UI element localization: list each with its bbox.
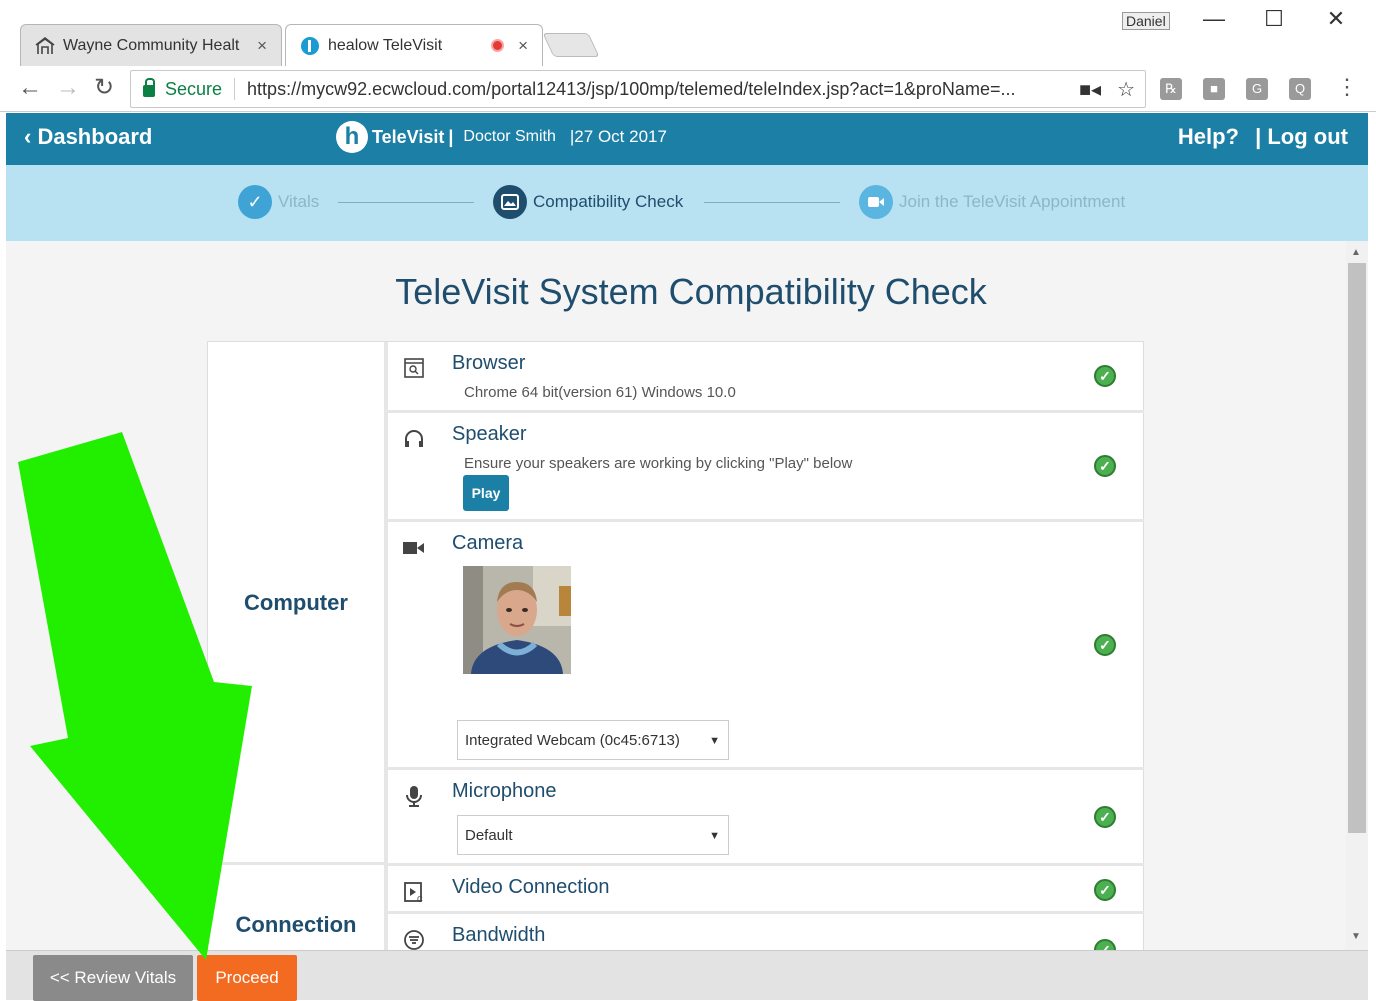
step-vitals: ✓ Vitals: [238, 185, 319, 219]
status-check-icon: ✓: [1094, 879, 1116, 901]
dropdown-arrow-icon: ▼: [709, 830, 720, 842]
tab-healow-televisit[interactable]: healow TeleVisit ×: [285, 24, 543, 66]
microphone-device-value: Default: [465, 827, 513, 844]
scroll-up-arrow-icon[interactable]: ▲: [1351, 247, 1361, 258]
check-title: Browser: [452, 352, 526, 374]
tab-wayne-community[interactable]: Wayne Community Healt ×: [20, 24, 282, 66]
extension-icon[interactable]: ℞: [1160, 78, 1182, 100]
brand-area: h TeleVisit | Doctor Smith |27 Oct 2017: [336, 121, 667, 153]
step-connector: [338, 202, 474, 203]
microphone-device-select[interactable]: Default ▼: [457, 815, 729, 855]
check-row-speaker: Speaker Ensure your speakers are working…: [388, 413, 1144, 522]
extension-icon[interactable]: Q: [1289, 78, 1311, 100]
forward-arrow-icon[interactable]: →: [56, 76, 80, 100]
appointment-date: |27 Oct 2017: [569, 127, 667, 146]
logout-link[interactable]: | Log out: [1255, 124, 1348, 149]
status-check-icon: ✓: [1094, 939, 1116, 950]
help-link[interactable]: Help?: [1178, 124, 1239, 149]
header-actions: Help? | Log out: [1178, 124, 1348, 150]
image-icon: [493, 185, 527, 219]
page-scrollbar[interactable]: ▲ ▼: [1346, 241, 1368, 950]
brand-separator: |: [448, 126, 454, 147]
extension-icon[interactable]: ■: [1203, 78, 1225, 100]
tab-title: Wayne Community Healt: [63, 36, 240, 54]
bandwidth-icon: [402, 928, 426, 950]
dropdown-arrow-icon: ▼: [709, 735, 720, 747]
svg-text:C: C: [417, 895, 423, 903]
tab-close-icon[interactable]: ×: [257, 36, 267, 56]
checkmark-icon: ✓: [238, 185, 272, 219]
compatibility-table: Computer Connection Browser Chrome 64 bi…: [207, 341, 1144, 950]
chevron-left-icon: ‹: [24, 124, 32, 149]
healow-favicon-icon: [300, 36, 320, 56]
browser-detail: Chrome 64 bit(version 61) Windows 10.0: [464, 384, 736, 401]
back-arrow-icon[interactable]: ←: [18, 76, 42, 100]
check-row-camera: Camera Integrated Webcam (0c45:6713) ▼ ✓: [388, 522, 1144, 770]
scrollbar-thumb[interactable]: [1348, 263, 1366, 833]
window-close-icon[interactable]: ✕: [1316, 6, 1356, 32]
brand-name: TeleVisit: [372, 126, 445, 147]
lock-icon: [143, 78, 155, 97]
step-connector: [704, 202, 840, 203]
app-header: ‹ Dashboard h TeleVisit | Doctor Smith |…: [6, 113, 1368, 165]
check-title: Speaker: [452, 423, 527, 445]
annotation-arrow-icon: [18, 432, 252, 960]
recording-indicator-icon: [491, 39, 505, 52]
browser-titlebar: Wayne Community Healt × healow TeleVisit…: [0, 0, 1376, 66]
camera-device-select[interactable]: Integrated Webcam (0c45:6713) ▼: [457, 720, 729, 760]
status-check-icon: ✓: [1094, 365, 1116, 387]
browser-menu-icon[interactable]: ⋮: [1336, 74, 1358, 100]
camera-device-value: Integrated Webcam (0c45:6713): [465, 732, 680, 749]
doctor-name: Doctor Smith: [463, 128, 556, 145]
video-connection-icon: C: [402, 880, 426, 904]
step-join-appointment: Join the TeleVisit Appointment: [859, 185, 1125, 219]
tab-title: healow TeleVisit: [328, 36, 443, 54]
status-check-icon: ✓: [1094, 634, 1116, 656]
profile-button[interactable]: Daniel: [1122, 12, 1170, 30]
video-chat-icon: [859, 185, 893, 219]
healow-logo-icon: h: [336, 121, 368, 153]
play-button[interactable]: Play: [463, 475, 509, 511]
tab-favicon-icon: [35, 36, 55, 56]
camera-in-use-icon[interactable]: ■◂: [1079, 77, 1101, 102]
new-tab-button[interactable]: [542, 33, 600, 57]
camera-preview: [463, 566, 571, 674]
extension-icon[interactable]: G: [1246, 78, 1268, 100]
check-row-browser: Browser Chrome 64 bit(version 61) Window…: [388, 342, 1144, 413]
speaker-detail: Ensure your speakers are working by clic…: [464, 455, 853, 472]
check-title: Bandwidth: [452, 924, 546, 946]
microphone-icon: [402, 784, 426, 808]
url-bar[interactable]: Secure https://mycw92.ecwcloud.com/porta…: [130, 70, 1146, 108]
reload-icon[interactable]: ↻: [94, 76, 114, 100]
headphones-icon: [402, 427, 426, 451]
check-row-bandwidth: Bandwidth ✓: [388, 914, 1144, 950]
video-camera-icon: [402, 536, 426, 560]
address-toolbar: ← → ↻ Secure https://mycw92.ecwcloud.com…: [0, 66, 1376, 112]
scroll-down-arrow-icon[interactable]: ▼: [1351, 931, 1361, 942]
check-title: Microphone: [452, 780, 557, 802]
step-compatibility-check: Compatibility Check: [493, 185, 683, 219]
dashboard-back-link[interactable]: ‹ Dashboard: [24, 124, 152, 150]
page-title: TeleVisit System Compatibility Check: [395, 271, 987, 312]
url-text[interactable]: https://mycw92.ecwcloud.com/portal12413/…: [247, 79, 1079, 100]
omnibox-separator: [234, 78, 236, 100]
tab-close-icon[interactable]: ×: [518, 36, 528, 56]
bookmark-star-icon[interactable]: ☆: [1117, 77, 1135, 102]
check-title: Camera: [452, 532, 524, 554]
browser-icon: [402, 356, 426, 380]
maximize-icon[interactable]: ☐: [1254, 6, 1294, 32]
status-check-icon: ✓: [1094, 455, 1116, 477]
check-title: Video Connection: [452, 876, 610, 898]
check-row-microphone: Microphone Default ▼ ✓: [388, 770, 1144, 866]
progress-steps: ✓ Vitals Compatibility Check Join the Te…: [6, 165, 1368, 241]
check-row-video-connection: C Video Connection ✓: [388, 866, 1144, 914]
minimize-icon[interactable]: —: [1194, 6, 1234, 32]
secure-label: Secure: [165, 78, 223, 99]
status-check-icon: ✓: [1094, 806, 1116, 828]
